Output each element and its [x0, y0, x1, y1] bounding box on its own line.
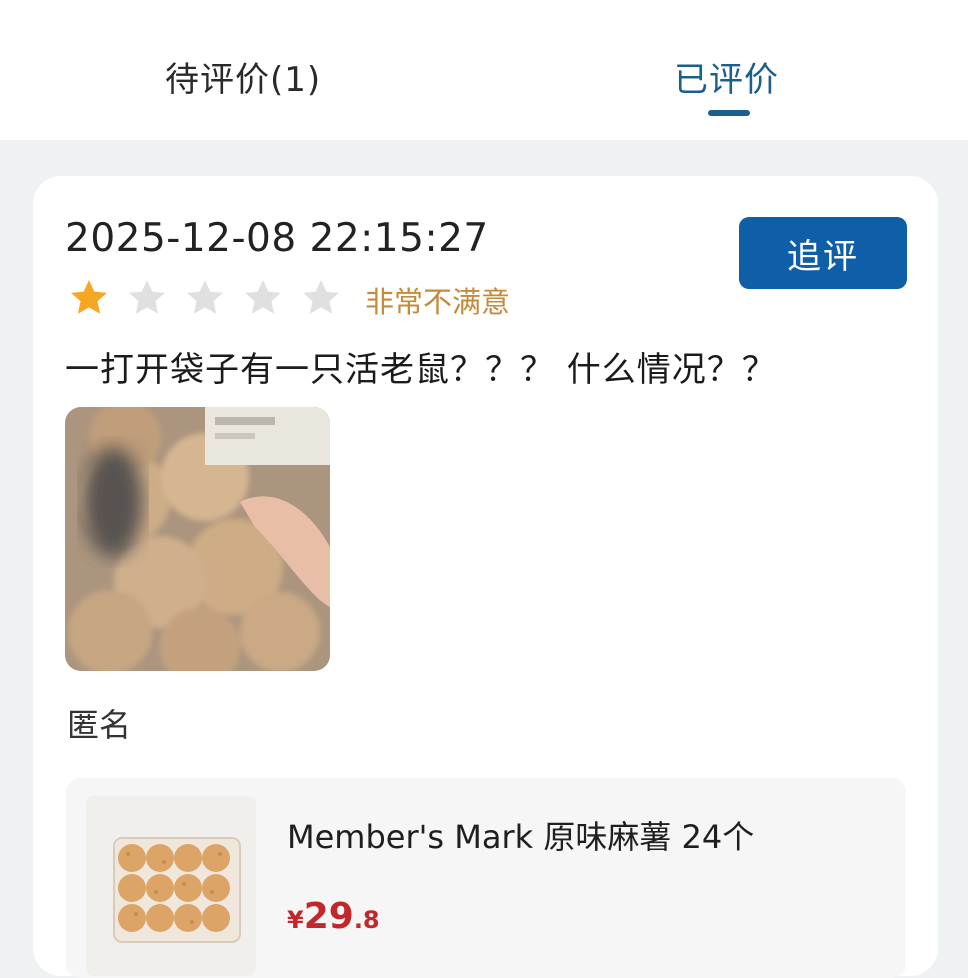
star-empty-icon	[245, 280, 281, 314]
price-integer: 29	[303, 896, 354, 937]
product-image	[86, 796, 256, 976]
review-author: 匿名	[67, 706, 132, 744]
active-tab-indicator	[708, 110, 750, 116]
price-decimal: .8	[353, 906, 380, 934]
star-empty-icon	[129, 280, 165, 314]
star-empty-icon	[187, 280, 223, 314]
product-name: Member's Mark 原味麻薯 24个	[287, 818, 755, 856]
review-photo-image	[65, 407, 330, 671]
product-card[interactable]: Member's Mark 原味麻薯 24个 ¥29.8	[66, 778, 906, 978]
review-text: 一打开袋子有一只活老鼠？？？ 什么情况？？	[65, 350, 777, 390]
star-filled-icon	[71, 280, 107, 314]
price-currency: ¥	[287, 906, 304, 934]
tab-reviewed[interactable]: 已评价	[674, 52, 779, 101]
review-timestamp: 2025-12-08 22:15:27	[65, 216, 489, 261]
star-rating	[67, 276, 357, 320]
product-price: ¥29.8	[287, 896, 380, 937]
rating-label: 非常不满意	[365, 285, 511, 319]
star-empty-icon	[303, 280, 339, 314]
review-photo[interactable]	[65, 407, 330, 671]
product-thumbnail	[86, 796, 256, 976]
tab-pending-review[interactable]: 待评价(1)	[165, 52, 321, 101]
follow-up-review-button[interactable]: 追评	[739, 217, 907, 289]
tab-bar: 待评价(1) 已评价	[0, 0, 968, 140]
review-card: 2025-12-08 22:15:27 追评 非常不满意 一打开袋子有一只活老鼠…	[33, 176, 938, 978]
